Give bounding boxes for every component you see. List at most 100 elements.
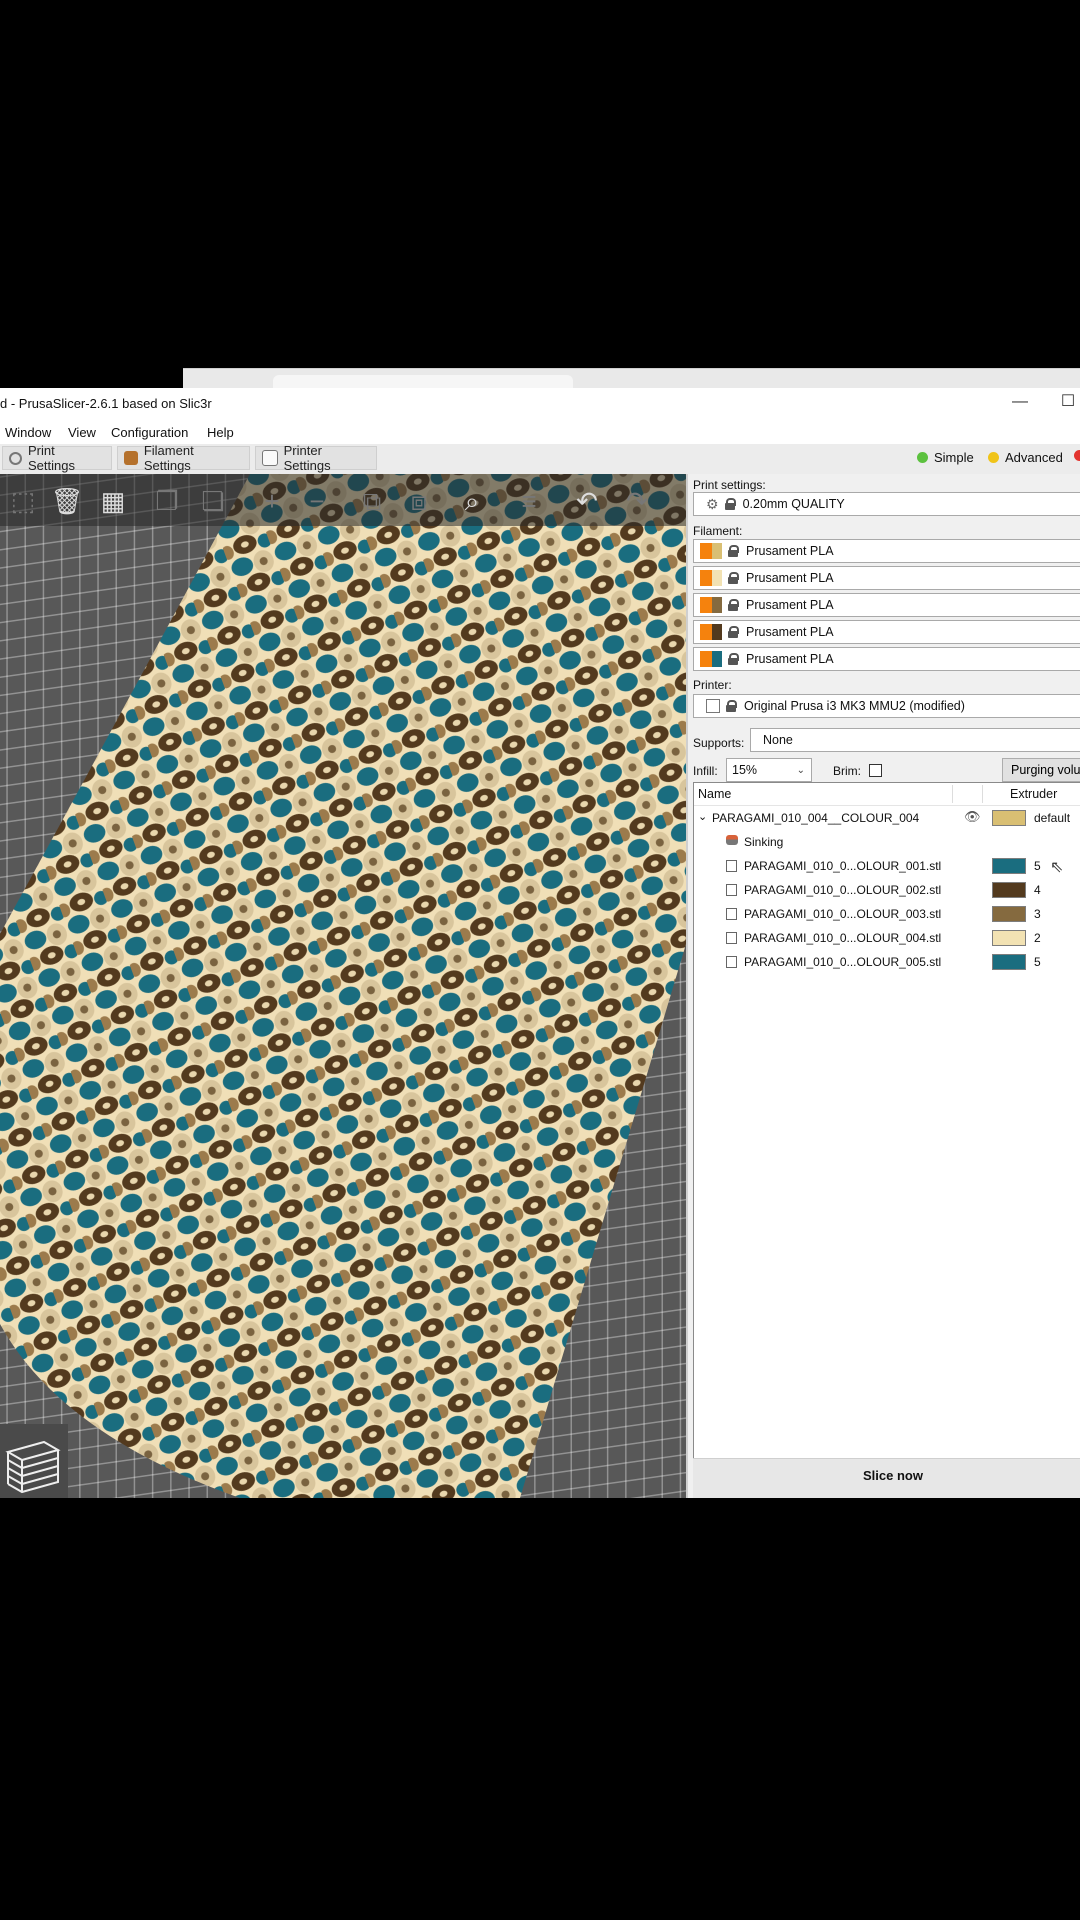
gear-icon xyxy=(9,451,22,465)
filament-color-swatch xyxy=(712,597,722,613)
window-title: d - PrusaSlicer-2.6.1 based on Slic3r xyxy=(0,396,212,411)
part-row[interactable]: PARAGAMI_010_0...OLOUR_003.stl 3 xyxy=(694,903,1080,925)
filament-combo-2[interactable]: Prusament PLA xyxy=(693,566,1080,590)
redo-icon[interactable]: ↷ xyxy=(620,484,654,518)
add-instance-icon[interactable]: + xyxy=(255,484,289,518)
menu-window[interactable]: Window xyxy=(5,425,51,440)
brim-label: Brim: xyxy=(833,764,861,778)
column-extruder: Extruder xyxy=(1010,787,1058,801)
extruder-color-swatch xyxy=(992,858,1026,874)
sidebar: Print settings: ⚙ 0.20mm QUALITY Filamen… xyxy=(686,474,1080,1498)
filament-accent-swatch xyxy=(700,597,712,613)
supports-label: Supports: xyxy=(693,736,745,750)
infill-value: 15% xyxy=(732,763,758,777)
tab-filament-settings-label: Filament Settings xyxy=(143,443,194,473)
layers-icon xyxy=(5,1440,61,1494)
3d-viewport[interactable]: ⬚ 🗑 ▦ ❐ ❏ + − ⧉ ⧈ ⌕ ≡ ↶ ↷ xyxy=(0,474,686,1498)
lock-icon xyxy=(728,626,739,638)
column-name: Name xyxy=(698,787,732,801)
select-icon[interactable]: ⬚ xyxy=(6,484,40,518)
printer-preset-combo[interactable]: Original Prusa i3 MK3 MMU2 (modified) xyxy=(693,694,1080,718)
tab-print-settings[interactable]: Print Settings xyxy=(2,443,112,473)
part-row[interactable]: PARAGAMI_010_0...OLOUR_002.stl 4 xyxy=(694,879,1080,901)
filament-accent-swatch xyxy=(700,624,712,640)
lock-icon xyxy=(728,599,739,611)
filament-color-swatch xyxy=(712,624,722,640)
extruder-value[interactable]: 4 xyxy=(1034,883,1041,897)
mode-advanced-label: Advanced xyxy=(1005,450,1063,465)
slice-now-button[interactable]: Slice now xyxy=(693,1458,1080,1498)
object-row-root[interactable]: ⌄ PARAGAMI_010_004__COLOUR_004 👁 default xyxy=(694,807,1080,829)
part-row[interactable]: PARAGAMI_010_0...OLOUR_001.stl 5 ⇖ xyxy=(694,855,1080,877)
eye-icon[interactable]: 👁 xyxy=(964,809,981,825)
tab-filament-settings[interactable]: Filament Settings xyxy=(117,443,250,473)
copy-icon[interactable]: ❐ xyxy=(150,484,184,518)
advanced-dot-icon xyxy=(988,452,999,463)
filament-combo-1[interactable]: Prusament PLA xyxy=(693,539,1080,563)
extruder-value[interactable]: 5 xyxy=(1034,955,1041,969)
extruder-value[interactable]: default xyxy=(1034,811,1070,825)
filament-name: Prusament PLA xyxy=(746,652,834,666)
object-list[interactable]: Name Extruder ⌄ PARAGAMI_010_004__COLOUR… xyxy=(693,782,1080,1462)
mode-advanced[interactable]: Advanced xyxy=(988,450,1063,465)
tab-printer-settings[interactable]: Printer Settings xyxy=(255,443,377,473)
filament-combo-4[interactable]: Prusament PLA xyxy=(693,620,1080,644)
sinking-row[interactable]: Sinking xyxy=(694,831,1080,853)
split-objects-icon[interactable]: ⧉ xyxy=(355,484,389,518)
filament-name: Prusament PLA xyxy=(746,625,834,639)
spool-icon xyxy=(124,451,138,465)
filament-color-swatch xyxy=(712,651,722,667)
sinking-label: Sinking xyxy=(744,835,784,849)
arrange-icon[interactable]: ▦ xyxy=(96,484,130,518)
tab-print-settings-label: Print Settings xyxy=(27,443,75,473)
menu-view[interactable]: View xyxy=(68,425,96,440)
printer-icon xyxy=(262,450,278,466)
filament-name: Prusament PLA xyxy=(746,598,834,612)
minimize-button[interactable]: — xyxy=(1007,391,1033,413)
part-icon xyxy=(726,956,737,968)
extruder-value[interactable]: 5 xyxy=(1034,859,1041,873)
object-name: PARAGAMI_010_004__COLOUR_004 xyxy=(712,811,920,825)
menu-configuration[interactable]: Configuration xyxy=(111,425,188,440)
part-row[interactable]: PARAGAMI_010_0...OLOUR_004.stl 2 xyxy=(694,927,1080,949)
title-bar: d - PrusaSlicer-2.6.1 based on Slic3r — … xyxy=(0,388,1080,420)
layers-view-button[interactable] xyxy=(0,1424,68,1498)
part-icon xyxy=(726,884,737,896)
delete-icon[interactable]: 🗑 xyxy=(50,484,84,518)
mouse-cursor-icon: ⇖ xyxy=(1050,859,1064,876)
maximize-button[interactable]: ☐ xyxy=(1055,391,1080,413)
extruder-value[interactable]: 2 xyxy=(1034,931,1041,945)
lock-icon xyxy=(728,653,739,665)
filament-name: Prusament PLA xyxy=(746,571,834,585)
mode-simple-label: Simple xyxy=(934,450,974,465)
paste-icon[interactable]: ❏ xyxy=(196,484,230,518)
part-icon xyxy=(726,860,737,872)
column-divider xyxy=(952,785,953,803)
infill-select[interactable]: 15% ⌄ xyxy=(726,758,812,782)
extruder-color-swatch xyxy=(992,906,1026,922)
supports-select[interactable]: None xyxy=(750,728,1080,752)
brim-checkbox[interactable] xyxy=(869,764,882,777)
lock-icon xyxy=(724,498,736,510)
chevron-down-icon: ⌄ xyxy=(796,764,805,776)
part-name: PARAGAMI_010_0...OLOUR_001.stl xyxy=(744,859,942,873)
layer-editing-icon[interactable]: ≡ xyxy=(512,484,546,518)
remove-instance-icon[interactable]: − xyxy=(300,484,334,518)
purging-volumes-button[interactable]: Purging volu xyxy=(1002,758,1080,782)
undo-icon[interactable]: ↶ xyxy=(570,484,604,518)
search-icon[interactable]: ⌕ xyxy=(455,484,489,518)
filament-combo-5[interactable]: Prusament PLA xyxy=(693,647,1080,671)
mode-expert[interactable] xyxy=(1074,450,1080,461)
menu-help[interactable]: Help xyxy=(207,425,234,440)
tab-printer-settings-label: Printer Settings xyxy=(283,443,331,473)
print-preset-value: 0.20mm QUALITY xyxy=(742,497,845,511)
print-preset-combo[interactable]: ⚙ 0.20mm QUALITY xyxy=(693,492,1080,516)
filament-combo-3[interactable]: Prusament PLA xyxy=(693,593,1080,617)
extruder-value[interactable]: 3 xyxy=(1034,907,1041,921)
part-row[interactable]: PARAGAMI_010_0...OLOUR_005.stl 5 xyxy=(694,951,1080,973)
print-settings-label: Print settings: xyxy=(693,478,766,492)
3d-toolbar: ⬚ 🗑 ▦ ❐ ❏ + − ⧉ ⧈ ⌕ ≡ ↶ ↷ xyxy=(0,474,686,526)
prusaslicer-window: d - PrusaSlicer-2.6.1 based on Slic3r — … xyxy=(0,388,1080,1498)
mode-simple[interactable]: Simple xyxy=(917,450,974,465)
split-parts-icon[interactable]: ⧈ xyxy=(402,484,436,518)
